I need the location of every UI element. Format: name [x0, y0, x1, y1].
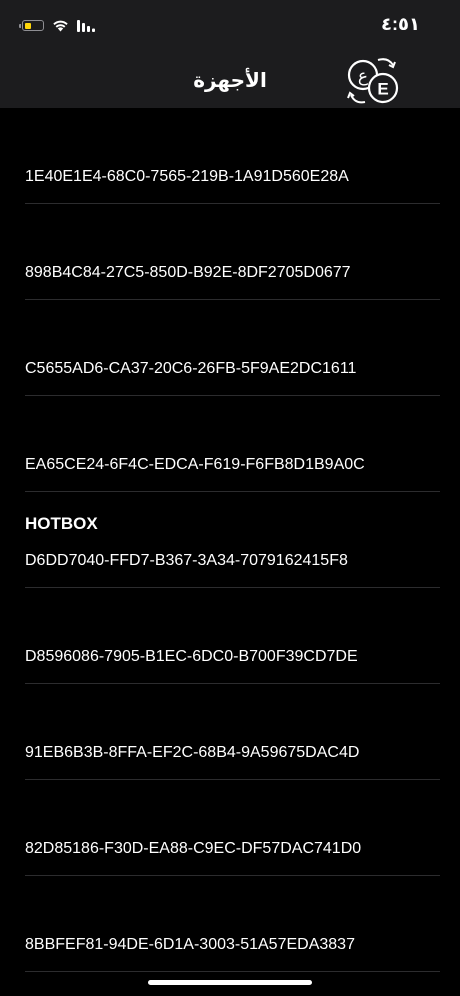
device-row[interactable]: 8BBFEF81-94DE-6D1A-3003-51A57EDA3837 [25, 876, 440, 972]
device-uuid: C5655AD6-CA37-20C6-26FB-5F9AE2DC1611 [25, 360, 357, 377]
device-uuid: 8BBFEF81-94DE-6D1A-3003-51A57EDA3837 [25, 936, 355, 953]
battery-icon [19, 20, 44, 31]
svg-text:ع: ع [358, 67, 368, 87]
device-name: HOTBOX [25, 514, 98, 533]
status-icons [19, 19, 95, 32]
language-switch-button[interactable]: ع E [344, 55, 404, 107]
signal-icon [77, 19, 95, 32]
device-uuid: D6DD7040-FFD7-B367-3A34-7079162415F8 [25, 552, 348, 569]
device-uuid: 82D85186-F30D-EA88-C9EC-DF57DAC741D0 [25, 840, 362, 857]
device-uuid: 91EB6B3B-8FFA-EF2C-68B4-9A59675DAC4D [25, 744, 360, 761]
device-row[interactable]: 898B4C84-27C5-850D-B92E-8DF2705D0677 [25, 204, 440, 300]
device-row[interactable]: 82D85186-F30D-EA88-C9EC-DF57DAC741D0 [25, 780, 440, 876]
status-time: ٤:٥١ [381, 14, 420, 34]
language-switch-icon: ع E [347, 58, 399, 104]
status-bar: ٤:٥١ [0, 0, 460, 48]
home-indicator[interactable] [148, 980, 312, 985]
device-row[interactable]: 1E40E1E4-68C0-7565-219B-1A91D560E28A [25, 108, 440, 204]
navigation-bar: الأجهزة ع E [0, 48, 460, 108]
device-uuid: 898B4C84-27C5-850D-B92E-8DF2705D0677 [25, 264, 351, 281]
device-uuid: D8596086-7905-B1EC-6DC0-B700F39CD7DE [25, 648, 358, 665]
device-row[interactable]: D8596086-7905-B1EC-6DC0-B700F39CD7DE [25, 588, 440, 684]
svg-text:E: E [377, 80, 388, 99]
device-row[interactable]: EA65CE24-6F4C-EDCA-F619-F6FB8D1B9A0C [25, 396, 440, 492]
device-row[interactable]: 91EB6B3B-8FFA-EF2C-68B4-9A59675DAC4D [25, 684, 440, 780]
device-list: 1E40E1E4-68C0-7565-219B-1A91D560E28A 898B… [0, 108, 460, 972]
device-row[interactable]: C5655AD6-CA37-20C6-26FB-5F9AE2DC1611 [25, 300, 440, 396]
device-uuid: EA65CE24-6F4C-EDCA-F619-F6FB8D1B9A0C [25, 456, 365, 473]
device-uuid: 1E40E1E4-68C0-7565-219B-1A91D560E28A [25, 168, 349, 185]
wifi-icon [53, 20, 68, 32]
device-row[interactable]: HOTBOX D6DD7040-FFD7-B367-3A34-7079162415… [25, 492, 440, 588]
